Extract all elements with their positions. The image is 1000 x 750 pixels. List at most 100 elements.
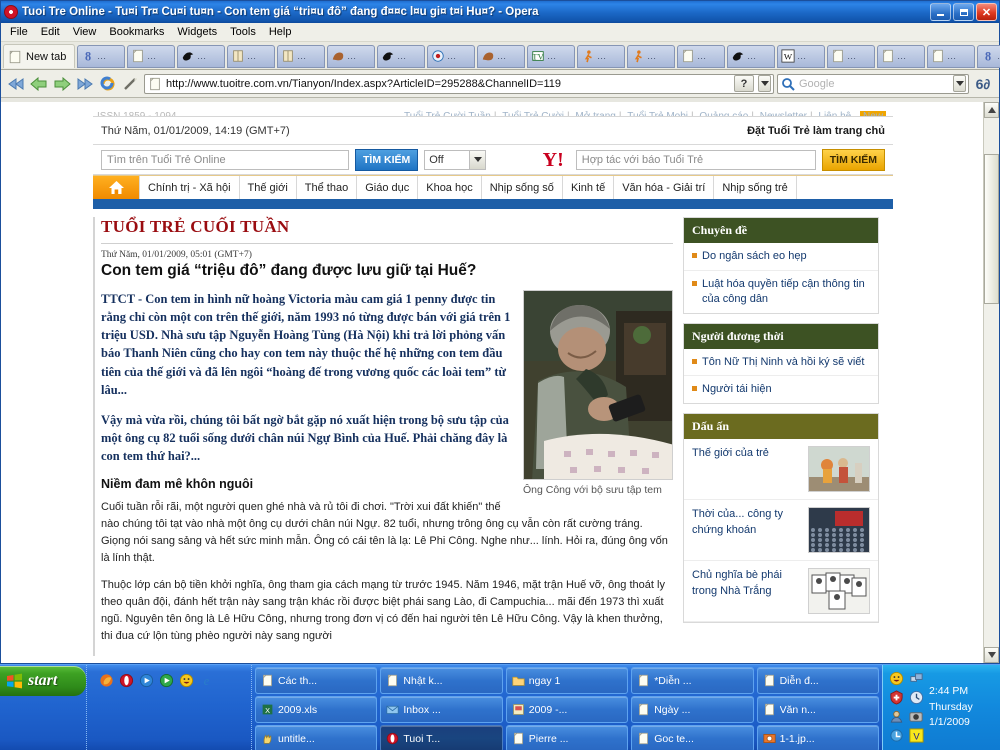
browser-tab-16[interactable]: ... [877, 44, 926, 68]
scroll-down-button[interactable] [984, 647, 999, 663]
taskbar-item-5[interactable]: X 2009.xls [255, 696, 378, 723]
quicklaunch-player-icon[interactable] [159, 673, 174, 688]
page-scrollbar-vertical[interactable] [983, 102, 999, 663]
menu-edit[interactable]: Edit [35, 24, 66, 40]
browser-tab-4[interactable]: ... [277, 44, 326, 68]
tray-vietkey-icon[interactable]: V [909, 728, 925, 744]
maximize-button[interactable] [953, 3, 974, 21]
browser-tab-0[interactable]: 8... [77, 44, 126, 68]
taskbar-item-10[interactable]: untitle... [255, 725, 378, 750]
taskbar-item-7[interactable]: 2009 -... [505, 696, 629, 723]
sidebar-thumb-item-0[interactable]: Thế giới của trẻ [684, 439, 878, 501]
sidebar-link-0[interactable]: Tôn Nữ Thị Ninh và hồi ký sẽ viết [684, 349, 878, 377]
quicklaunch-yahoo-messenger-icon[interactable] [179, 673, 194, 688]
reload-button[interactable] [98, 74, 118, 94]
tray-clock[interactable]: 2:44 PM Thursday 1/1/2009 [929, 684, 973, 731]
browser-tab-7[interactable]: ... [427, 44, 476, 68]
search-input[interactable]: Google [777, 73, 969, 94]
menu-view[interactable]: View [67, 24, 103, 40]
set-homepage-link[interactable]: Đặt Tuổi Trẻ làm trang chủ [747, 125, 885, 137]
taskbar-item-2[interactable]: ngay 1 [505, 667, 629, 694]
tray-camera-icon[interactable] [909, 709, 925, 725]
minimize-button[interactable] [930, 3, 951, 21]
browser-tab-14[interactable]: W... [777, 44, 826, 68]
taskbar-item-6[interactable]: Inbox ... [380, 696, 503, 723]
browser-tab-17[interactable]: ... [927, 44, 976, 68]
taskbar-item-4[interactable]: Diễn đ... [756, 667, 879, 694]
scrollbar-thumb[interactable] [984, 154, 999, 304]
nav-item-7[interactable]: Văn hóa - Giải trí [614, 176, 715, 199]
url-dropdown-button[interactable] [758, 75, 771, 92]
tray-user-icon[interactable] [889, 709, 905, 725]
sidebar-link-1[interactable]: Luật hóa quyền tiếp cận thông tin của cô… [684, 271, 878, 313]
partner-search-button[interactable]: TÌM KIẾM [821, 148, 885, 171]
nav-home-button[interactable] [93, 176, 139, 199]
partner-search-input[interactable]: Hợp tác với báo Tuổi Trẻ [575, 149, 816, 170]
browser-tab-12[interactable]: ... [677, 44, 726, 68]
sidebar-link-1[interactable]: Người tái hiện [684, 376, 878, 403]
browser-tab-3[interactable]: ... [227, 44, 276, 68]
back-button[interactable] [29, 74, 49, 94]
browser-tab-9[interactable]: TV... [527, 44, 576, 68]
browser-tab-2[interactable]: ... [177, 44, 226, 68]
zoom-button[interactable]: 6∂ [972, 74, 994, 94]
nav-item-6[interactable]: Kinh tế [563, 176, 615, 199]
nav-item-5[interactable]: Nhịp sống số [482, 176, 563, 199]
browser-tab-8[interactable]: ... [477, 44, 526, 68]
url-input[interactable]: http://www.tuoitre.com.vn/Tianyon/Index.… [144, 73, 774, 94]
browser-tab-5[interactable]: ... [327, 44, 376, 68]
site-search-input[interactable]: Tìm trên Tuổi Trẻ Online [101, 149, 349, 170]
nav-item-4[interactable]: Khoa học [418, 176, 482, 199]
taskbar-item-13[interactable]: Goc te... [631, 725, 754, 750]
quicklaunch-media-icon[interactable] [139, 673, 154, 688]
taskbar-item-9[interactable]: Văn n... [756, 696, 879, 723]
quicklaunch-firefox-icon[interactable] [99, 673, 114, 688]
taskbar-item-3[interactable]: *Diễn ... [631, 667, 754, 694]
taskbar-item-8[interactable]: Ngày ... [631, 696, 754, 723]
url-help-button[interactable]: ? [734, 75, 754, 92]
nav-item-2[interactable]: Thể thao [297, 176, 358, 199]
sidebar-link-0[interactable]: Do ngân sách eo hẹp [684, 243, 878, 271]
nav-item-8[interactable]: Nhịp sống trẻ [714, 176, 797, 199]
browser-tab-6[interactable]: ... [377, 44, 426, 68]
nav-item-1[interactable]: Thế giới [240, 176, 297, 199]
search-engine-dropdown[interactable] [953, 75, 966, 92]
tray-antivirus-icon[interactable] [889, 690, 905, 706]
menu-tools[interactable]: Tools [224, 24, 262, 40]
wand-button[interactable] [121, 74, 141, 94]
rewind-button[interactable] [6, 74, 26, 94]
quicklaunch-opera-icon[interactable] [119, 673, 134, 688]
tray-update-icon[interactable] [889, 728, 905, 744]
taskbar-item-11[interactable]: Tuoi T... [380, 725, 503, 750]
new-tab-button[interactable]: New tab [3, 44, 76, 68]
menu-file[interactable]: File [4, 24, 34, 40]
taskbar-item-0[interactable]: Các th... [255, 667, 378, 694]
browser-tab-18[interactable]: 8... [977, 44, 1000, 68]
taskbar-item-14[interactable]: 1-1.jp... [756, 725, 879, 750]
browser-tab-10[interactable]: ... [577, 44, 626, 68]
fast-forward-button[interactable] [75, 74, 95, 94]
tray-clock-icon[interactable] [909, 690, 925, 706]
forward-button[interactable] [52, 74, 72, 94]
browser-tab-15[interactable]: ... [827, 44, 876, 68]
menu-help[interactable]: Help [263, 24, 298, 40]
menu-bookmarks[interactable]: Bookmarks [103, 24, 170, 40]
taskbar-item-12[interactable]: Pierre ... [505, 725, 629, 750]
scroll-up-button[interactable] [984, 102, 999, 118]
close-button[interactable]: ✕ [976, 3, 997, 21]
quicklaunch-internet-explorer-icon[interactable]: e [199, 673, 214, 688]
menu-widgets[interactable]: Widgets [171, 24, 223, 40]
search-scope-select[interactable]: Off [424, 149, 487, 170]
browser-tab-13[interactable]: ... [727, 44, 776, 68]
nav-item-3[interactable]: Giáo dục [357, 176, 419, 199]
tray-network-icon[interactable] [909, 671, 925, 687]
taskbar-item-1[interactable]: Nhật k... [380, 667, 503, 694]
sidebar-thumb-item-1[interactable]: Thời của... công ty chứng khoán [684, 500, 878, 562]
nav-item-0[interactable]: Chính trị - Xã hội [139, 176, 240, 199]
site-search-button[interactable]: TÌM KIẾM [355, 148, 419, 171]
start-button[interactable]: start [0, 666, 86, 696]
sidebar-thumb-item-2[interactable]: Chủ nghĩa bè phái trong Nhà Trắng [684, 561, 878, 623]
browser-tab-1[interactable]: ... [127, 44, 176, 68]
tray-yahoo-messenger-icon[interactable] [889, 671, 905, 687]
browser-tab-11[interactable]: ... [627, 44, 676, 68]
